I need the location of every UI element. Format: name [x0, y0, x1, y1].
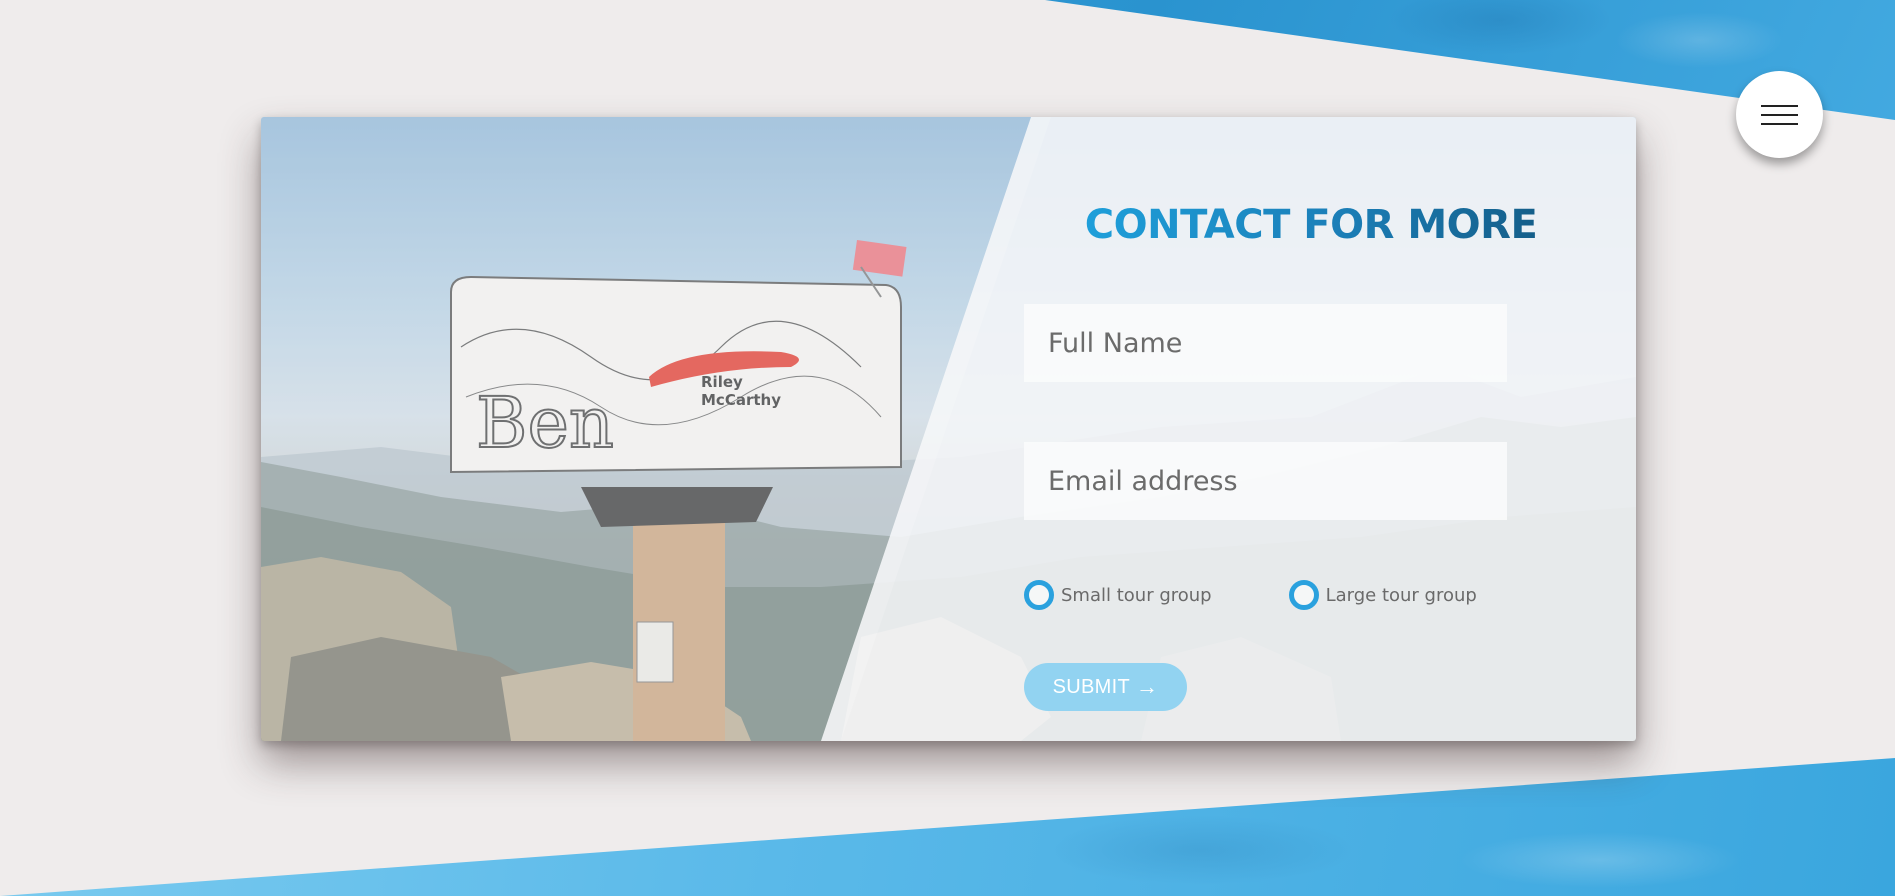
hamburger-menu-icon — [1761, 105, 1798, 107]
hamburger-menu-button[interactable] — [1736, 71, 1823, 158]
hamburger-menu-icon-bar — [1761, 114, 1798, 116]
radio-circle-icon[interactable] — [1288, 580, 1319, 610]
small-tour-group-radio[interactable]: Small tour group — [1024, 580, 1212, 610]
page: Ben Riley McCarthy CONTACT FOR MORE Smal… — [0, 0, 1895, 896]
contact-title: CONTACT FOR MORE — [1071, 202, 1551, 248]
small-tour-group-label: Small tour group — [1061, 584, 1212, 606]
email-input[interactable] — [1024, 442, 1507, 520]
arrow-right-icon: → — [1136, 674, 1159, 699]
hamburger-menu-icon-bar — [1761, 123, 1798, 125]
submit-button[interactable]: SUBMIT → — [1024, 663, 1187, 711]
tour-group-options: Small tour group Large tour group — [1024, 580, 1477, 610]
submit-label: SUBMIT — [1052, 675, 1131, 698]
full-name-input[interactable] — [1024, 304, 1507, 382]
contact-card: Ben Riley McCarthy CONTACT FOR MORE Smal… — [261, 117, 1636, 741]
radio-circle-icon[interactable] — [1024, 580, 1054, 610]
large-tour-group-label: Large tour group — [1325, 584, 1477, 606]
large-tour-group-radio[interactable]: Large tour group — [1288, 580, 1477, 610]
